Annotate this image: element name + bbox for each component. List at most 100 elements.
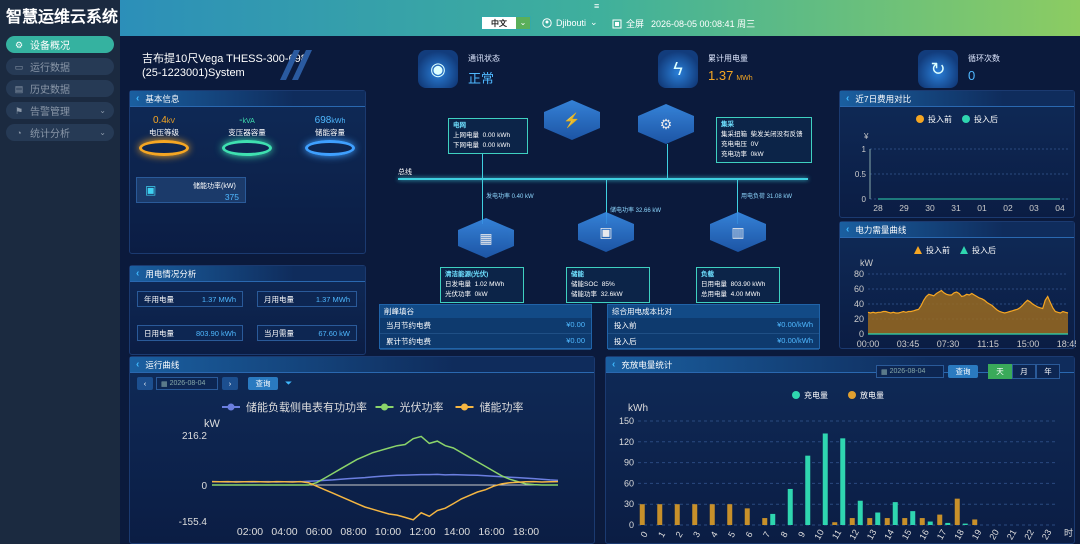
tab-year[interactable]: 年 [1036,364,1060,379]
bar-discharge [657,504,663,525]
peak-r2-value: ¥0.00 [566,336,585,345]
sidebar-item-3[interactable]: ⚑ 告警管理 ⌄ [6,102,114,119]
bar-charge [927,521,933,525]
battery-icon: ▣ [145,183,157,197]
sidebar-item-2[interactable]: ▤ 历史数据 [6,80,114,97]
x-tick-label: 9 [796,530,807,539]
run-date-picker[interactable]: ▦ 2026-08-04 [156,377,218,390]
peak-r2-label: 累计节约电费 [386,337,431,346]
charge-date-picker[interactable]: ▦ 2026-08-04 [876,365,944,378]
series-line-1 [212,435,558,486]
fullscreen-button[interactable]: 全屏 [612,17,644,30]
y-tick-label: 40 [854,299,864,309]
transformer-unit: kVA [242,118,255,125]
ess-box: 储能 储能SOC 85% 储能功率 32.6kW [566,267,650,303]
back-icon: ‹ [136,268,140,279]
next-date-button[interactable]: › [222,377,238,390]
legend-charge-label: 充电量 [804,390,828,400]
menu-icon[interactable]: ≡ [594,1,599,11]
user-icon [542,17,552,28]
x-axis-unit: 时 [1064,527,1073,538]
cycles-label: 循环次数 [968,54,1000,63]
month-usage: 月用电量 1.37 MWh [257,291,357,307]
bar-discharge [744,508,750,525]
battery-cabinet-icon: ▣ [578,212,634,252]
nav-list: ⚙ 设备概况 ▭ 运行数据 ▤ 历史数据 ⚑ 告警管理 ⌄ ◔ 统计分析 ⌄ [0,36,120,141]
x-tick-label: 2 [674,530,685,539]
back-icon: ‹ [136,93,140,104]
stats-icon: ◔ [16,127,22,138]
sidebar-item-label: 设备概况 [30,41,70,52]
x-tick-label: 18:45 [1057,339,1076,349]
comm-status-card: ◉ 通讯状态 正常 [418,50,500,88]
bar-charge [875,512,881,525]
run-curve-chart: 储能负载侧电表有功功率 光伏功率 储能功率 kW216.2 0 -155.4 02:00 04… [179,400,559,538]
charge-query-button[interactable]: 查询 [948,365,978,378]
transformer-disc: -kVA 变压器容量 [221,115,273,156]
user-menu[interactable]: Djibouti ⌄ [542,17,598,28]
voltage-value: 0.4 [152,115,167,126]
y-tick-label: 216.2 [182,431,207,442]
y-tick-label: 1 [862,145,867,154]
storage-power-box: ▣ 储能功率(kW) 375 [136,177,246,203]
sidebar-item-label: 历史数据 [30,85,70,96]
storage-power-flow-label: 储电功率 32.66 kW [610,208,662,214]
tab-day[interactable]: 天 [988,364,1012,379]
sidebar-item-0[interactable]: ⚙ 设备概况 [6,36,114,53]
demand-panel: ‹ 电力需量曲线 投入前 投入后 kW 80 60 40 20 0 00:00 03:45 07:30… [839,221,1079,349]
bar-discharge [954,498,960,525]
year-usage-value: 1.37 MWh [201,294,236,304]
tab-month[interactable]: 月 [1012,364,1036,379]
x-tick-label: 20 [987,528,1001,542]
cycles-value: 0 [968,68,976,83]
bar-charge [962,523,968,525]
bar-charge [945,522,951,525]
monitor-icon: ▭ [14,61,24,72]
y-tick-label: 120 [619,437,634,447]
y-tick-label: 30 [624,499,634,509]
x-tick-label: 02:00 [237,526,263,538]
y-tick-label: 90 [624,458,634,468]
y-tick-label: 0 [859,329,864,339]
weekly-cost-panel: ‹ 近7日费用对比 投入前 投入后 ¥1 0.5 0 28 29 30 31 01 02 03 04 [839,90,1075,218]
legend-marker-0 [227,403,235,411]
y-tick-label: 80 [854,269,864,279]
pv-r1-label: 日发电量 [445,281,471,288]
sidebar-item-label: 运行数据 [30,63,70,74]
legend-after-marker [962,115,970,123]
storage-power-label: 储能功率(kW) [193,183,236,190]
sidebar-item-4[interactable]: ◔ 统计分析 ⌄ [6,124,114,141]
x-tick-label: 1 [656,530,667,539]
x-tick-label: 00:00 [857,339,880,349]
x-tick-label: 6 [744,530,755,539]
day-usage: 日用电量 803.90 kWh [137,325,243,341]
x-tick-label: 19 [970,528,984,542]
datetime: 2026-08-05 00:08:41 周三 [651,19,756,29]
y-tick-label: 0 [862,195,867,204]
y-axis-label: kW [860,258,874,268]
x-tick-label: 10 [812,528,826,542]
bar-charge [770,513,776,525]
sidebar-item-1[interactable]: ▭ 运行数据 [6,58,114,75]
day-usage-value: 803.90 kWh [195,328,236,338]
x-tick-label: 11:15 [977,339,999,349]
run-query-button[interactable]: 查询 [248,377,278,390]
x-tick-label: 03 [1029,203,1039,213]
sidebar-item-label: 统计分析 [30,129,70,140]
series-line-2 [211,480,559,521]
peak-title: 削峰填谷 [380,305,591,318]
legend-marker-2 [461,403,468,411]
energy-value: 1.37 [708,68,734,83]
x-tick-label: 21 [1005,528,1019,542]
prev-date-button[interactable]: ‹ [137,377,153,390]
language-select[interactable]: 中文 ⌄ [481,16,531,30]
generator-icon: ⚙ [638,104,694,144]
usage-panel: ‹ 用电情况分析 年用电量 1.37 MWh 月用电量 1.37 MWh 日用电量 80… [129,265,366,355]
filter-icon[interactable]: ⏷ [285,378,292,389]
y-tick-label: -155.4 [179,517,208,528]
x-tick-label: 08:00 [340,526,366,538]
x-tick-label: 23 [1040,528,1054,542]
bar-charge [857,500,863,525]
storage-unit: kWh [331,118,346,125]
y-tick-label: 0.5 [855,170,867,179]
